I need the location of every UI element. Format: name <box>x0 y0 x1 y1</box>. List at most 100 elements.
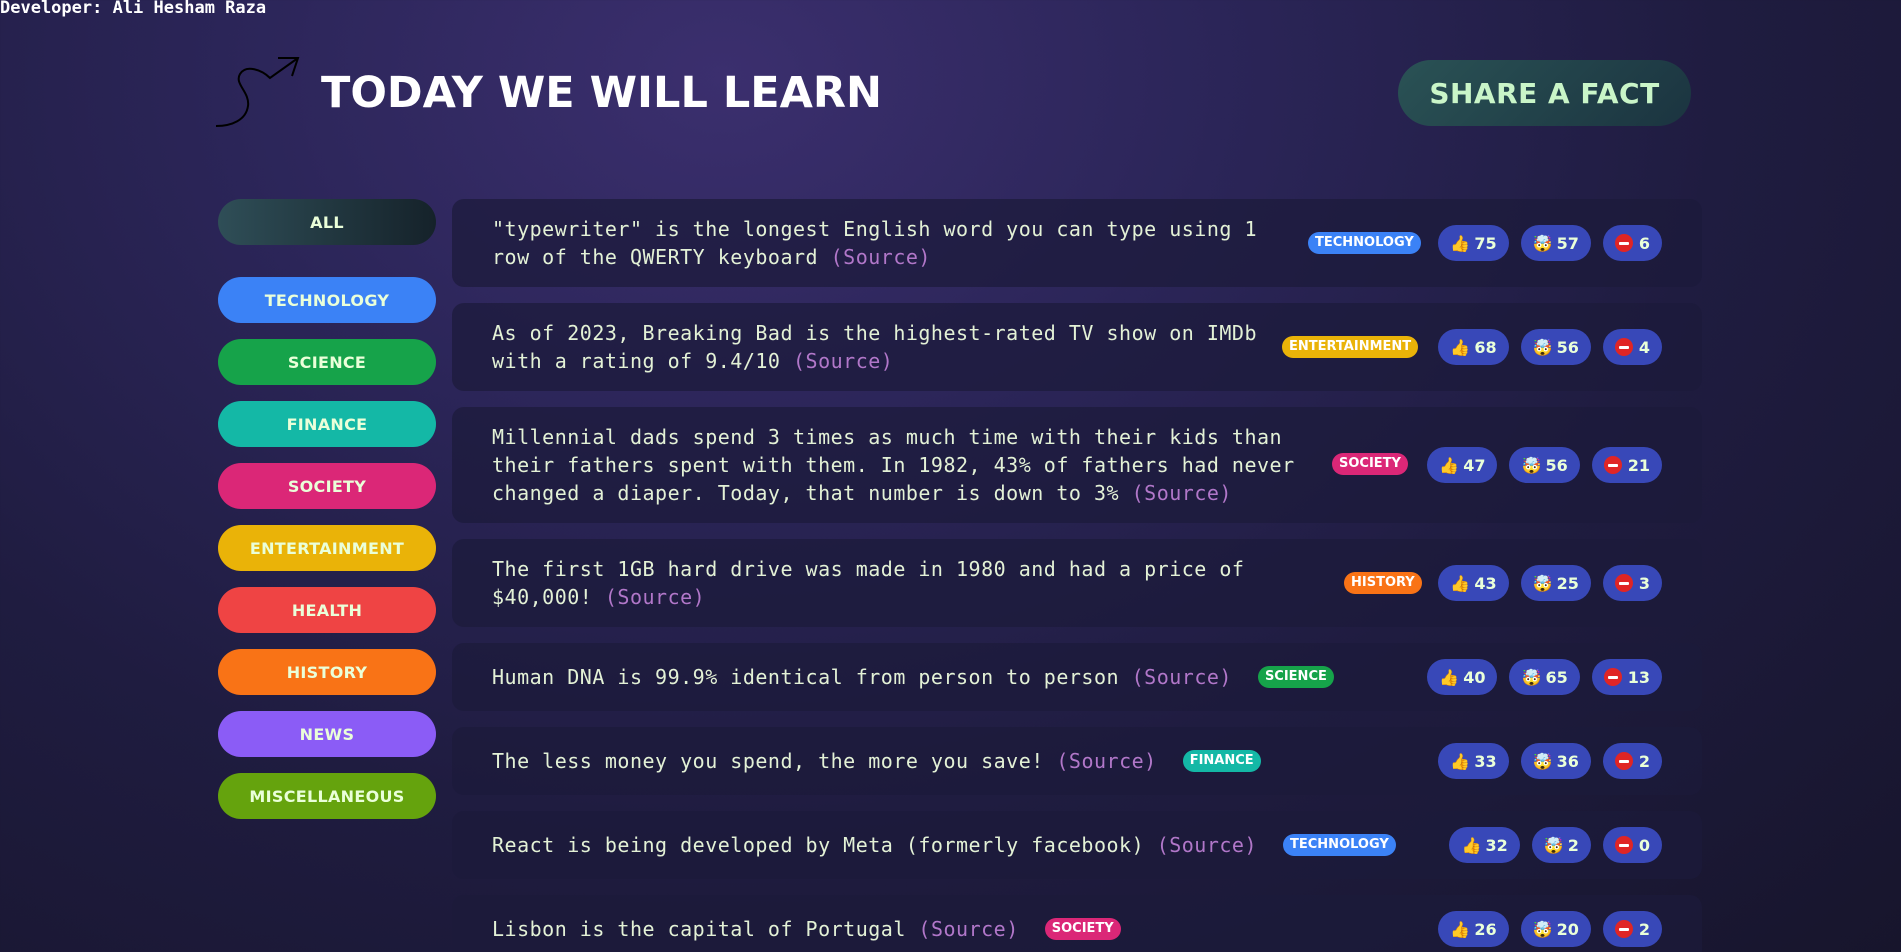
category-filter-list: All technology science finance society e… <box>218 199 436 835</box>
vote-count: 4 <box>1638 337 1650 357</box>
category-technology-button[interactable]: technology <box>218 277 436 323</box>
fact-item: The first 1GB hard drive was made in 198… <box>452 539 1702 627</box>
vote-buttons: 👍 33 🤯 36 2 <box>1438 743 1662 779</box>
fact-text: As of 2023, Breaking Bad is the highest-… <box>492 319 1292 375</box>
facts-list: "typewriter" is the longest English word… <box>452 199 1702 952</box>
category-history-button[interactable]: history <box>218 649 436 695</box>
fact-source-link[interactable]: (Source) <box>918 917 1018 941</box>
vote-count: 21 <box>1627 455 1650 475</box>
vote-false-button[interactable]: 2 <box>1602 911 1662 947</box>
vote-count: 56 <box>1545 455 1568 475</box>
no-entry-icon <box>1614 574 1633 592</box>
vote-interesting-button[interactable]: 👍 33 <box>1438 743 1509 779</box>
curved-arrow-icon <box>215 57 300 127</box>
category-all-button[interactable]: All <box>218 199 436 245</box>
fact-source-link[interactable]: (Source) <box>1056 749 1156 773</box>
vote-count: 56 <box>1556 337 1579 357</box>
category-health-button[interactable]: health <box>218 587 436 633</box>
mind-blown-icon: 🤯 <box>1532 337 1553 357</box>
fact-text: Human DNA is 99.9% identical from person… <box>492 663 1232 691</box>
fact-source-link[interactable]: (Source) <box>793 349 893 373</box>
vote-count: 40 <box>1463 667 1486 687</box>
fact-item: As of 2023, Breaking Bad is the highest-… <box>452 303 1702 391</box>
fact-source-link[interactable]: (Source) <box>831 245 931 269</box>
category-society-button[interactable]: society <box>218 463 436 509</box>
vote-false-button[interactable]: 6 <box>1602 225 1662 261</box>
fact-statement: React is being developed by Meta (former… <box>492 833 1145 857</box>
vote-count: 2 <box>1567 835 1579 855</box>
vote-buttons: 👍 75 🤯 57 6 <box>1438 225 1662 261</box>
vote-mindblowing-button[interactable]: 🤯 56 <box>1509 447 1580 483</box>
vote-buttons: 👍 32 🤯 2 0 <box>1449 827 1662 863</box>
vote-mindblowing-button[interactable]: 🤯 25 <box>1520 565 1591 601</box>
vote-buttons: 👍 26 🤯 20 2 <box>1438 911 1662 947</box>
thumbs-up-icon: 👍 <box>1461 835 1482 855</box>
vote-mindblowing-button[interactable]: 🤯 56 <box>1520 329 1591 365</box>
fact-item: Lisbon is the capital of Portugal (Sourc… <box>452 895 1702 952</box>
fact-tag: finance <box>1182 750 1261 772</box>
vote-mindblowing-button[interactable]: 🤯 65 <box>1509 659 1580 695</box>
category-entertainment-button[interactable]: entertainment <box>218 525 436 571</box>
mind-blown-icon: 🤯 <box>1532 919 1553 939</box>
vote-mindblowing-button[interactable]: 🤯 36 <box>1520 743 1591 779</box>
vote-interesting-button[interactable]: 👍 32 <box>1449 827 1520 863</box>
vote-false-button[interactable]: 0 <box>1602 827 1662 863</box>
fact-tag: technology <box>1308 232 1421 254</box>
thumbs-up-icon: 👍 <box>1450 337 1471 357</box>
fact-tag: society <box>1044 918 1121 940</box>
fact-statement: Human DNA is 99.9% identical from person… <box>492 665 1120 689</box>
fact-item: "typewriter" is the longest English word… <box>452 199 1702 287</box>
mind-blown-icon: 🤯 <box>1521 455 1542 475</box>
category-science-button[interactable]: science <box>218 339 436 385</box>
vote-interesting-button[interactable]: 👍 43 <box>1438 565 1509 601</box>
fact-source-link[interactable]: (Source) <box>605 585 705 609</box>
fact-statement: The less money you spend, the more you s… <box>492 749 1044 773</box>
fact-tag: society <box>1332 453 1408 475</box>
category-finance-button[interactable]: finance <box>218 401 436 447</box>
vote-false-button[interactable]: 4 <box>1602 329 1662 365</box>
vote-false-button[interactable]: 13 <box>1591 659 1662 695</box>
mind-blown-icon: 🤯 <box>1532 573 1553 593</box>
vote-buttons: 👍 68 🤯 56 4 <box>1438 329 1662 365</box>
fact-tag: science <box>1257 666 1334 688</box>
fact-item: React is being developed by Meta (former… <box>452 811 1702 879</box>
fact-statement: Lisbon is the capital of Portugal <box>492 917 906 941</box>
vote-count: 75 <box>1474 233 1497 253</box>
vote-interesting-button[interactable]: 👍 68 <box>1438 329 1509 365</box>
share-fact-button[interactable]: Share a fact <box>1398 60 1691 126</box>
fact-source-link[interactable]: (Source) <box>1132 481 1232 505</box>
fact-text: The first 1GB hard drive was made in 198… <box>492 555 1282 611</box>
no-entry-icon <box>1614 338 1633 356</box>
no-entry-icon <box>1603 456 1622 474</box>
vote-interesting-button[interactable]: 👍 47 <box>1427 447 1498 483</box>
vote-mindblowing-button[interactable]: 🤯 57 <box>1520 225 1591 261</box>
fact-text: Millennial dads spend 3 times as much ti… <box>492 423 1322 507</box>
vote-count: 25 <box>1556 573 1579 593</box>
vote-interesting-button[interactable]: 👍 75 <box>1438 225 1509 261</box>
fact-text: "typewriter" is the longest English word… <box>492 215 1292 271</box>
thumbs-up-icon: 👍 <box>1439 455 1460 475</box>
category-news-button[interactable]: news <box>218 711 436 757</box>
vote-interesting-button[interactable]: 👍 26 <box>1438 911 1509 947</box>
no-entry-icon <box>1614 752 1633 770</box>
vote-mindblowing-button[interactable]: 🤯 20 <box>1520 911 1591 947</box>
thumbs-up-icon: 👍 <box>1450 573 1471 593</box>
vote-count: 57 <box>1556 233 1579 253</box>
fact-source-link[interactable]: (Source) <box>1157 833 1257 857</box>
vote-false-button[interactable]: 3 <box>1602 565 1662 601</box>
fact-text: The less money you spend, the more you s… <box>492 747 1157 775</box>
thumbs-up-icon: 👍 <box>1450 233 1471 253</box>
vote-mindblowing-button[interactable]: 🤯 2 <box>1531 827 1591 863</box>
thumbs-up-icon: 👍 <box>1439 667 1460 687</box>
no-entry-icon <box>1614 234 1633 252</box>
developer-credit: Developer: Ali Hesham Raza <box>0 0 267 18</box>
vote-count: 26 <box>1474 919 1497 939</box>
category-miscellaneous-button[interactable]: miscellaneous <box>218 773 436 819</box>
vote-false-button[interactable]: 21 <box>1591 447 1662 483</box>
fact-item: The less money you spend, the more you s… <box>452 727 1702 795</box>
mind-blown-icon: 🤯 <box>1521 667 1542 687</box>
vote-false-button[interactable]: 2 <box>1602 743 1662 779</box>
fact-source-link[interactable]: (Source) <box>1132 665 1232 689</box>
vote-count: 2 <box>1638 919 1650 939</box>
vote-interesting-button[interactable]: 👍 40 <box>1427 659 1498 695</box>
